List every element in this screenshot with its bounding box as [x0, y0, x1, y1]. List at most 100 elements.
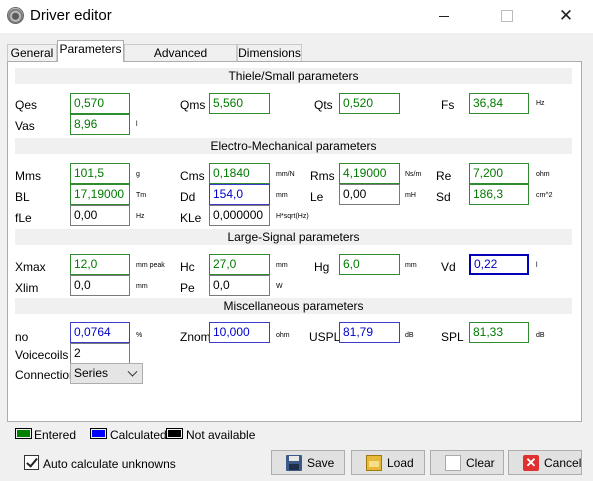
section-large-signal: Large-Signal parameters [15, 229, 572, 245]
legend-swatch-entered [15, 428, 32, 439]
label-re: Re [436, 169, 452, 183]
spl-field[interactable]: 81,33 [469, 322, 529, 343]
save-button[interactable]: Save [271, 450, 345, 475]
clear-button[interactable]: Clear [430, 450, 504, 475]
bl-field[interactable]: 17,19000 [70, 184, 130, 205]
unit-mms: g [136, 171, 140, 178]
label-hc: Hc [180, 260, 195, 274]
close-icon[interactable]: ✕ [556, 6, 576, 26]
cms-field[interactable]: 0,1840 [209, 163, 270, 184]
section-electro-mechanical: Electro-Mechanical parameters [15, 138, 572, 154]
label-kle: KLe [180, 211, 202, 225]
unit-vd: l [536, 262, 538, 269]
auto-calculate-label[interactable]: Auto calculate unknowns [43, 457, 176, 471]
unit-no: % [136, 332, 143, 339]
label-no: no [15, 330, 29, 344]
unit-xmax: mm peak [136, 262, 165, 269]
sd-field[interactable]: 186,3 [469, 184, 529, 205]
mms-field[interactable]: 101,5 [70, 163, 130, 184]
window-title: Driver editor [30, 7, 112, 24]
kle-field[interactable]: 0,000000 [209, 205, 270, 226]
label-hg: Hg [314, 260, 330, 274]
load-button-label: Load [387, 455, 414, 470]
auto-calculate-checkbox[interactable] [24, 455, 39, 470]
legend-swatch-calculated [90, 428, 107, 439]
unit-vas: l [136, 121, 138, 128]
label-fle: fLe [15, 211, 32, 225]
qts-field[interactable]: 0,520 [339, 93, 400, 114]
legend-label-not-available: Not available [186, 428, 256, 442]
maximize-icon[interactable] [497, 6, 517, 26]
label-xlim: Xlim [15, 281, 39, 295]
floppy-disk-icon [286, 454, 302, 471]
red-x-icon: ✕ [523, 454, 539, 471]
uspl-field[interactable]: 81,79 [339, 322, 400, 343]
unit-fle: Hz [136, 213, 145, 220]
qms-field[interactable]: 5,560 [209, 93, 270, 114]
unit-spl: dB [536, 332, 545, 339]
label-qms: Qms [180, 98, 206, 112]
legend-swatch-not-available [166, 428, 183, 439]
unit-dd: mm [276, 192, 288, 199]
label-mms: Mms [15, 169, 41, 183]
label-rms: Rms [310, 169, 335, 183]
voicecoils-field[interactable]: 2 [70, 343, 130, 364]
label-pe: Pe [180, 281, 195, 295]
label-le: Le [310, 190, 324, 204]
cancel-button[interactable]: ✕ Cancel [508, 450, 582, 475]
vd-field[interactable]: 0,22 [469, 254, 529, 275]
unit-xlim: mm [136, 283, 148, 290]
unit-znom: ohm [276, 332, 290, 339]
label-bl: BL [15, 190, 30, 204]
unit-kle: H*sqrt(Hz) [276, 213, 309, 220]
vas-field[interactable]: 8,96 [70, 114, 130, 135]
minimize-icon[interactable] [434, 6, 454, 26]
chevron-down-icon [127, 366, 138, 377]
xmax-field[interactable]: 12,0 [70, 254, 130, 275]
no-field[interactable]: 0,0764 [70, 322, 130, 343]
cancel-button-label: Cancel [544, 455, 582, 470]
connection-selected-value: Series [74, 366, 109, 380]
znom-field[interactable]: 10,000 [209, 322, 270, 343]
unit-bl: Tm [136, 192, 147, 199]
unit-fs: Hz [536, 100, 545, 107]
label-spl: SPL [441, 330, 464, 344]
save-button-label: Save [307, 455, 335, 470]
section-thiele-small: Thiele/Small parameters [15, 68, 572, 84]
dd-field[interactable]: 154,0 [209, 184, 270, 205]
unit-rms: Ns/m [405, 171, 422, 178]
le-field[interactable]: 0,00 [339, 184, 400, 205]
label-fs: Fs [441, 98, 455, 112]
legend-label-calculated: Calculated [110, 428, 167, 442]
label-vd: Vd [441, 260, 456, 274]
label-qes: Qes [15, 98, 38, 112]
label-connection: Connection [15, 368, 76, 382]
hc-field[interactable]: 27,0 [209, 254, 270, 275]
unit-sd: cm^2 [536, 192, 553, 199]
label-qts: Qts [314, 98, 333, 112]
fle-field[interactable]: 0,00 [70, 205, 130, 226]
blank-page-icon [445, 454, 461, 471]
load-button[interactable]: Load [351, 450, 425, 475]
rms-field[interactable]: 4,19000 [339, 163, 400, 184]
unit-uspl: dB [405, 332, 414, 339]
label-uspl: USPL [309, 330, 341, 344]
pe-field[interactable]: 0,0 [209, 275, 270, 296]
xlim-field[interactable]: 0,0 [70, 275, 130, 296]
label-dd: Dd [180, 190, 196, 204]
title-bar: Driver editor ✕ [0, 0, 593, 33]
speaker-app-icon [7, 7, 24, 24]
hg-field[interactable]: 6,0 [339, 254, 400, 275]
clear-button-label: Clear [466, 455, 495, 470]
re-field[interactable]: 7,200 [469, 163, 529, 184]
label-xmax: Xmax [15, 260, 46, 274]
connection-select[interactable]: Series [70, 363, 143, 384]
label-cms: Cms [180, 169, 205, 183]
tab-parameters[interactable]: Parameters [57, 40, 124, 62]
unit-le: mH [405, 192, 416, 199]
qes-field[interactable]: 0,570 [70, 93, 130, 114]
unit-hg: mm [405, 262, 417, 269]
unit-pe: W [276, 283, 283, 290]
fs-field[interactable]: 36,84 [469, 93, 529, 114]
unit-re: ohm [536, 171, 550, 178]
